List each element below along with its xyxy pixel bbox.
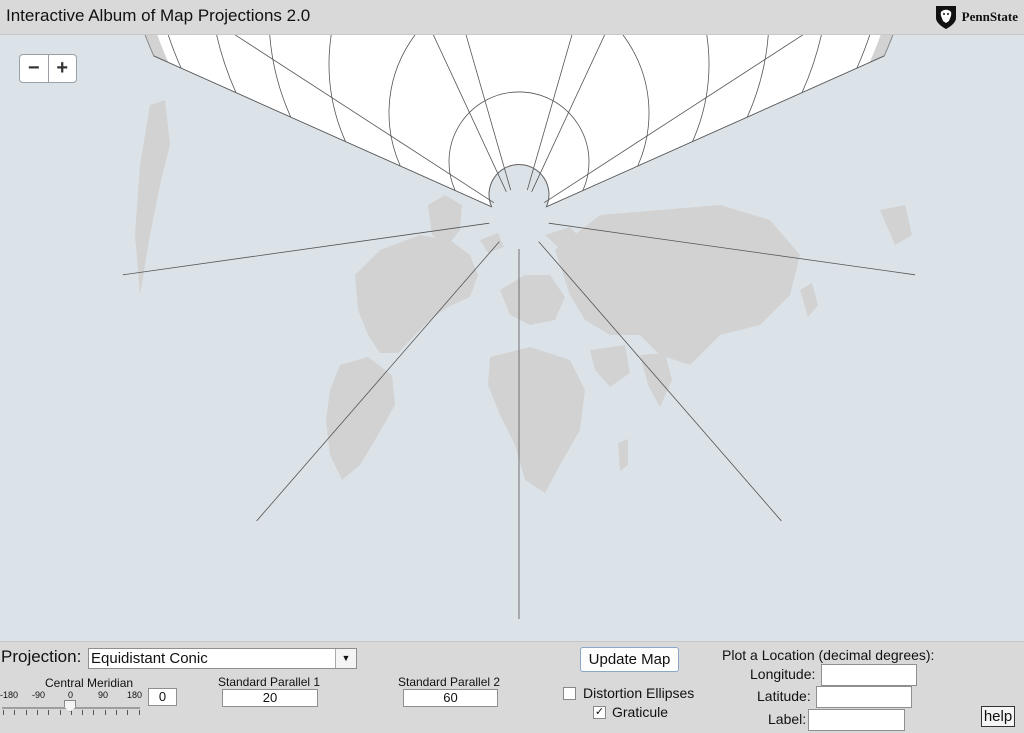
label-label: Label:	[768, 711, 807, 727]
slider-tick	[116, 710, 117, 715]
distortion-ellipses-label: Distortion Ellipses	[583, 685, 695, 701]
app-title: Interactive Album of Map Projections 2.0	[6, 6, 311, 25]
slider-tick	[138, 710, 140, 715]
ocean-fill	[157, 35, 881, 207]
control-panel: Projection: Equidistant Conic ▼ Central …	[0, 641, 1024, 733]
zoom-out-button[interactable]: −	[20, 55, 48, 82]
slider-tick	[14, 710, 16, 715]
zoom-in-button[interactable]: +	[47, 55, 77, 82]
land-mass	[355, 235, 478, 353]
projection-select[interactable]: Equidistant Conic ▼	[88, 648, 357, 669]
land-mass	[135, 100, 170, 295]
logo-wordmark: PennState	[961, 9, 1018, 24]
land-mass	[640, 353, 672, 407]
land-mass	[326, 357, 395, 480]
longitude-label: Longitude:	[750, 666, 816, 682]
slider-tick	[104, 710, 106, 715]
graticule-label: Graticule	[612, 704, 669, 720]
projection-select-value: Equidistant Conic	[91, 650, 208, 667]
central-meridian-slider-thumb[interactable]	[64, 700, 76, 712]
latitude-label: Latitude:	[757, 688, 811, 704]
land-mass	[590, 345, 630, 387]
sp2-input[interactable]: 60	[403, 689, 498, 707]
distortion-ellipses-checkbox[interactable]	[563, 687, 576, 700]
projection-label: Projection:	[1, 647, 82, 666]
help-button[interactable]: help	[981, 706, 1015, 727]
slider-tick	[93, 710, 95, 715]
update-map-button[interactable]: Update Map	[580, 647, 679, 672]
central-meridian-label: Central Meridian	[45, 676, 134, 690]
chevron-down-icon[interactable]: ▼	[335, 649, 356, 668]
slider-tick	[25, 710, 27, 715]
meridian-tick-label: 0	[68, 690, 74, 700]
graticule-checkbox[interactable]: ✓	[593, 706, 606, 719]
meridian-tick-label: 180	[127, 690, 143, 700]
land-mass	[500, 275, 565, 325]
longitude-input[interactable]	[821, 664, 917, 686]
map-area[interactable]: − +	[0, 35, 1024, 641]
label-input[interactable]	[808, 709, 905, 731]
slider-tick	[59, 710, 61, 715]
central-meridian-input[interactable]: 0	[148, 688, 177, 706]
sp1-input[interactable]: 20	[222, 689, 318, 707]
pennstate-logo: PennState	[934, 3, 1018, 31]
sp1-label: Standard Parallel 1	[218, 675, 321, 689]
title-bar: Interactive Album of Map Projections 2.0…	[0, 0, 1024, 35]
slider-tick	[82, 710, 84, 715]
meridian-tick-label: -90	[32, 690, 46, 700]
nittany-lion-shield-icon	[935, 6, 956, 29]
sp2-label: Standard Parallel 2	[398, 675, 501, 689]
projected-map[interactable]	[0, 35, 1024, 641]
plot-location-title: Plot a Location (decimal degrees):	[722, 647, 935, 663]
latitude-input[interactable]	[816, 686, 912, 708]
land-mass	[618, 439, 628, 471]
land-mass	[880, 205, 912, 245]
zoom-control: − +	[19, 54, 77, 83]
slider-tick	[36, 710, 38, 715]
meridian-tick-label: 90	[98, 690, 109, 700]
meridian-tick-label: -180	[0, 690, 19, 700]
land-mass	[800, 283, 818, 317]
land-mass	[488, 347, 585, 493]
slider-tick	[127, 710, 129, 715]
slider-tick	[3, 710, 4, 715]
slider-tick	[48, 710, 50, 715]
